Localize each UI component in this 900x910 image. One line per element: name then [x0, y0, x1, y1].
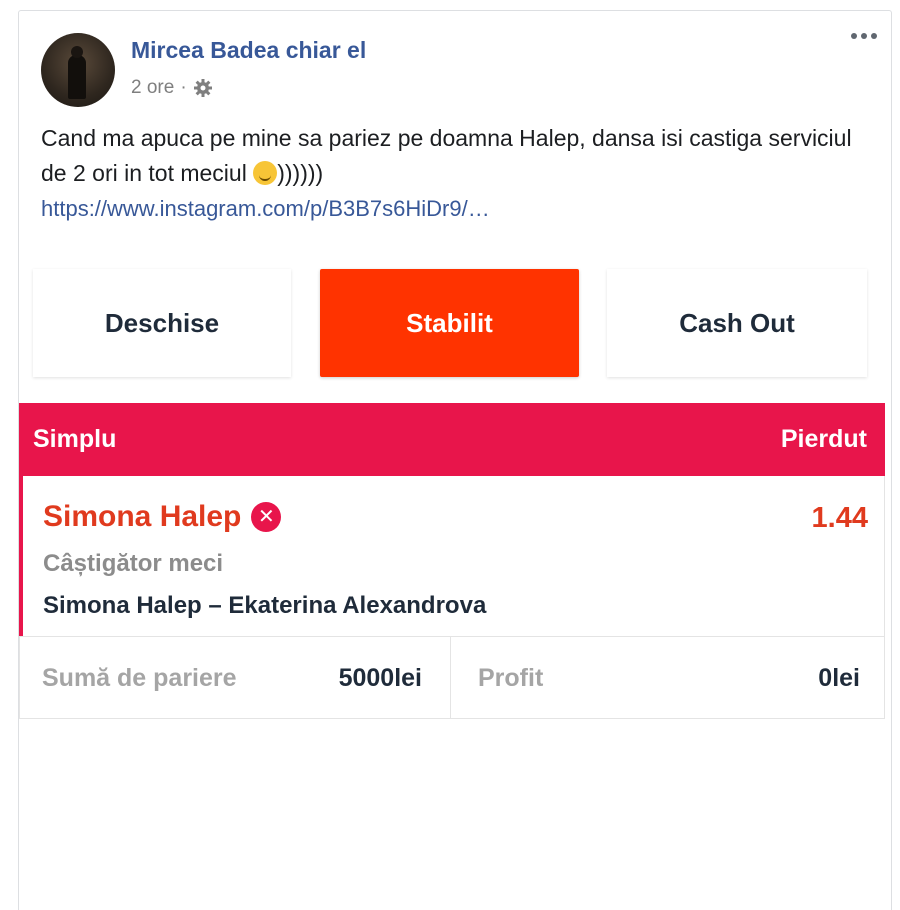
post-author[interactable]: Mircea Badea chiar el	[131, 37, 366, 64]
meta-separator: ·	[180, 77, 187, 98]
bet-type: Simplu	[33, 425, 117, 453]
profit-label: Profit	[478, 664, 544, 692]
post-link[interactable]: https://www.instagram.com/p/B3B7s6HiDr9/…	[41, 196, 490, 222]
stake-value: 5000lei	[338, 664, 422, 692]
post-text: Cand ma apuca pe mine sa pariez pe doamn…	[41, 121, 871, 191]
post-time[interactable]: 2 ore	[131, 77, 174, 99]
tab-deschise[interactable]: Deschise	[33, 269, 291, 377]
post-text-main: Cand ma apuca pe mine sa pariez pe doamn…	[41, 125, 852, 186]
selection-name: Simona Halep	[43, 500, 242, 533]
tab-cash-out[interactable]: Cash Out	[607, 269, 867, 377]
tab-stabilit[interactable]: Stabilit	[320, 269, 579, 377]
post-text-end: ))))))	[277, 160, 324, 186]
bet-market: Câștigător meci	[43, 550, 224, 577]
profit-value: 0lei	[818, 664, 860, 692]
gear-icon[interactable]	[193, 78, 213, 98]
bet-odds: 1.44	[811, 502, 868, 534]
bet-selection: Simona Halep ✕	[43, 500, 282, 534]
avatar[interactable]	[41, 33, 115, 107]
bet-slip-header: Simplu Pierdut	[19, 403, 885, 476]
post-meta: 2 ore ·	[131, 77, 213, 99]
bet-slip-footer: Sumă de pariere 5000lei Profit 0lei	[19, 636, 885, 719]
stake-label: Sumă de pariere	[42, 664, 237, 692]
x-circle-icon: ✕	[251, 502, 282, 532]
bet-slip-body: Simona Halep ✕ 1.44 Câștigător meci Simo…	[19, 476, 885, 636]
bet-event: Simona Halep – Ekaterina Alexandrova	[43, 592, 487, 619]
bet-status: Pierdut	[780, 425, 867, 453]
post-card: Mircea Badea chiar el 2 ore · Cand ma ap…	[18, 10, 892, 910]
smiley-emoji-icon	[253, 161, 278, 185]
more-options-icon[interactable]	[851, 33, 877, 39]
footer-divider	[450, 637, 451, 718]
